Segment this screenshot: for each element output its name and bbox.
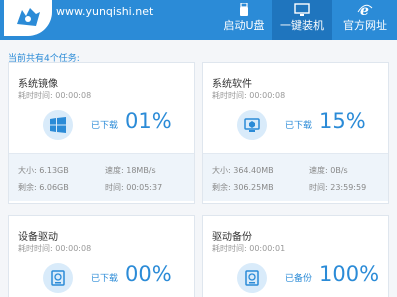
task-card-system-software: 系统软件 耗时时间: 00:00:08 已下载 15% 大小: 364.40MB… (202, 62, 389, 204)
task-elapsed: 耗时时间: 00:00:08 (18, 91, 92, 100)
task-time: 时间: 23:59:59 (309, 183, 367, 192)
task-state: 已备份 (285, 274, 313, 284)
nav-official-site[interactable]: e 官方网址 (335, 0, 395, 40)
task-title: 系统软件 (212, 79, 252, 90)
task-time: 时间: 00:05:37 (105, 183, 163, 192)
task-title: 驱动备份 (212, 232, 252, 243)
task-elapsed: 耗时时间: 00:00:08 (18, 244, 92, 253)
task-title: 系统镜像 (18, 79, 58, 90)
task-size: 大小: 6.13GB (18, 166, 69, 175)
task-elapsed: 耗时时间: 00:00:01 (212, 244, 286, 253)
usb-icon (214, 2, 274, 17)
nav-label: 官方网址 (343, 19, 387, 32)
nav-label: 启动U盘 (223, 19, 265, 32)
nav-one-click-install[interactable]: 一键装机 (272, 0, 332, 40)
task-title: 设备驱动 (18, 232, 58, 243)
logo (4, 0, 52, 36)
task-stats: 大小: 6.13GB 剩余: 6.06GB 速度: 18MB/s 时间: 00:… (9, 153, 194, 201)
task-state: 已下载 (91, 274, 119, 284)
task-card-device-driver: 设备驱动 耗时时间: 00:00:08 已下载 00% (8, 215, 195, 297)
task-state: 已下载 (91, 121, 119, 131)
task-stats: 大小: 364.40MB 剩余: 306.25MB 速度: 0B/s 时间: 2… (203, 153, 388, 201)
driver-disk-icon (43, 263, 73, 293)
backup-disk-icon (237, 263, 267, 293)
task-card-system-image: 系统镜像 耗时时间: 00:00:08 已下载 01% 大小: 6.13GB 剩… (8, 62, 195, 204)
fox-logo-icon (17, 8, 40, 26)
task-percent: 01% (125, 109, 172, 133)
nav-label: 一键装机 (280, 19, 324, 32)
monitor-icon (272, 3, 332, 17)
windows-icon (43, 110, 73, 140)
task-speed: 速度: 18MB/s (105, 166, 156, 175)
top-bar: www.yunqishi.net 启动U盘 一键装机 e 官方网址 (0, 0, 397, 40)
site-url: www.yunqishi.net (56, 5, 154, 18)
task-remaining: 剩余: 306.25MB (212, 183, 274, 192)
ie-icon: e (335, 3, 395, 19)
task-percent: 100% (319, 262, 380, 286)
software-box-icon (237, 110, 267, 140)
task-card-driver-backup: 驱动备份 耗时时间: 00:00:01 已备份 100% (202, 215, 389, 297)
task-size: 大小: 364.40MB (212, 166, 274, 175)
task-state: 已下载 (285, 121, 313, 131)
task-elapsed: 耗时时间: 00:00:08 (212, 91, 286, 100)
task-speed: 速度: 0B/s (309, 166, 348, 175)
task-percent: 00% (125, 262, 172, 286)
task-percent: 15% (319, 109, 366, 133)
task-remaining: 剩余: 6.06GB (18, 183, 69, 192)
nav-boot-usb[interactable]: 启动U盘 (214, 0, 274, 40)
